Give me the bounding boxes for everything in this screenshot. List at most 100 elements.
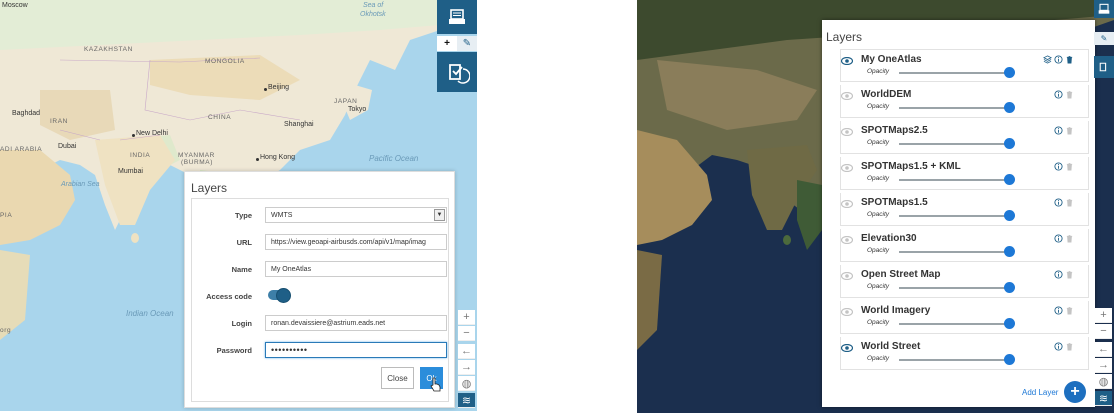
eye-icon[interactable]: [841, 164, 853, 172]
eye-icon[interactable]: [841, 128, 853, 136]
pin-button[interactable]: ✎: [1094, 32, 1114, 45]
opacity-slider-handle[interactable]: [1004, 282, 1015, 293]
info-icon[interactable]: [1054, 306, 1063, 315]
opacity-slider-handle[interactable]: [1004, 354, 1015, 365]
info-icon[interactable]: [1054, 55, 1063, 64]
opacity-slider-track[interactable]: [899, 143, 1009, 145]
back-button[interactable]: ←: [458, 344, 475, 359]
opacity-slider-handle[interactable]: [1004, 174, 1015, 185]
close-button[interactable]: Close: [381, 367, 414, 389]
trash-icon[interactable]: [1065, 55, 1074, 64]
opacity-slider-track[interactable]: [899, 215, 1009, 217]
layer-actions: [1054, 342, 1074, 351]
opacity-label: Opacity: [867, 103, 890, 110]
layer-actions: [1054, 126, 1074, 135]
layer-name: Elevation30: [861, 233, 917, 244]
info-icon[interactable]: [1054, 126, 1063, 135]
access-code-toggle[interactable]: [268, 288, 291, 303]
zoom-in-button[interactable]: +: [1095, 308, 1112, 323]
trash-icon[interactable]: [1065, 342, 1074, 351]
eye-icon[interactable]: [841, 200, 853, 208]
trash-icon[interactable]: [1065, 126, 1074, 135]
map-label-kazakhstan: KAZAKHSTAN: [84, 46, 133, 53]
pin-button[interactable]: ✎: [457, 36, 477, 51]
layer-actions: [1043, 55, 1074, 64]
opacity-slider-track[interactable]: [899, 287, 1009, 289]
trash-icon[interactable]: [1065, 234, 1074, 243]
layer-actions: [1054, 306, 1074, 315]
map-label-arabia: ADI ARABIA: [0, 146, 43, 153]
password-label: Password: [216, 345, 252, 355]
export-button[interactable]: [437, 52, 477, 92]
eye-icon[interactable]: [841, 92, 853, 100]
layer-row: Elevation30 Opacity: [840, 229, 1089, 262]
eye-icon[interactable]: [841, 344, 853, 352]
opacity-slider-handle[interactable]: [1004, 246, 1015, 257]
opacity-slider-handle[interactable]: [1004, 138, 1015, 149]
type-select[interactable]: WMTS ▼: [265, 207, 447, 223]
map-label-org: org: [0, 327, 12, 334]
eye-icon[interactable]: [841, 308, 853, 316]
url-input[interactable]: https://view.geoapi-airbusds.com/api/v1/…: [265, 234, 447, 250]
info-icon[interactable]: [1054, 90, 1063, 99]
opacity-label: Opacity: [867, 175, 890, 182]
name-input[interactable]: My OneAtlas: [265, 261, 447, 277]
opacity-slider-handle[interactable]: [1004, 67, 1015, 78]
opacity-label: Opacity: [867, 68, 890, 75]
zoom-in-button[interactable]: +: [458, 310, 475, 325]
access-code-label: Access code: [206, 291, 252, 301]
opacity-label: Opacity: [867, 139, 890, 146]
print-button[interactable]: [1094, 0, 1114, 18]
info-icon[interactable]: [1054, 234, 1063, 243]
export-button[interactable]: [1094, 56, 1114, 78]
info-icon[interactable]: [1054, 342, 1063, 351]
layers-icon[interactable]: [1043, 55, 1052, 64]
add-layer-label[interactable]: Add Layer: [1022, 388, 1058, 397]
map-label-sea: Sea of: [363, 2, 384, 9]
trash-icon[interactable]: [1065, 306, 1074, 315]
opacity-slider-handle[interactable]: [1004, 318, 1015, 329]
layers-button[interactable]: ≋: [458, 393, 475, 408]
opacity-label: Opacity: [867, 355, 890, 362]
zoom-out-button[interactable]: −: [458, 326, 475, 341]
info-icon[interactable]: [1054, 270, 1063, 279]
plus-button[interactable]: +: [437, 36, 457, 51]
layers-button[interactable]: ≋: [1095, 391, 1112, 406]
print-button[interactable]: [437, 0, 477, 34]
forward-button[interactable]: →: [458, 360, 475, 375]
password-input[interactable]: ••••••••••: [265, 342, 447, 358]
map-label-iran: IRAN: [50, 118, 68, 125]
chevron-down-icon[interactable]: ▼: [434, 209, 445, 221]
zoom-out-button[interactable]: −: [1095, 324, 1112, 339]
opacity-slider-track[interactable]: [899, 251, 1009, 253]
globe-button[interactable]: ◍: [1095, 374, 1112, 389]
eye-icon[interactable]: [841, 57, 853, 65]
layer-dialog: Layers Type WMTS ▼ URL https://view.geoa…: [184, 171, 455, 408]
add-layer-button[interactable]: +: [1064, 381, 1086, 403]
login-label: Login: [231, 318, 252, 328]
forward-button[interactable]: →: [1095, 358, 1112, 373]
eye-icon[interactable]: [841, 236, 853, 244]
trash-icon[interactable]: [1065, 162, 1074, 171]
back-button[interactable]: ←: [1095, 342, 1112, 357]
opacity-slider-track[interactable]: [899, 72, 1009, 74]
opacity-slider-track[interactable]: [899, 359, 1009, 361]
trash-icon[interactable]: [1065, 270, 1074, 279]
eye-icon[interactable]: [841, 272, 853, 280]
opacity-slider-track[interactable]: [899, 179, 1009, 181]
map-label-india: INDIA: [130, 152, 151, 159]
info-icon[interactable]: [1054, 198, 1063, 207]
map-label-myanmar: MYANMAR: [178, 152, 215, 159]
hand-cursor-icon: [430, 377, 441, 392]
opacity-slider-handle[interactable]: [1004, 210, 1015, 221]
trash-icon[interactable]: [1065, 90, 1074, 99]
info-icon[interactable]: [1054, 162, 1063, 171]
opacity-slider-track[interactable]: [899, 323, 1009, 325]
login-input[interactable]: ronan.devaissiere@astrium.eads.net: [265, 315, 447, 331]
layer-name: SPOTMaps2.5: [861, 125, 928, 136]
opacity-slider-handle[interactable]: [1004, 102, 1015, 113]
opacity-slider-track[interactable]: [899, 107, 1009, 109]
globe-button[interactable]: ◍: [458, 376, 475, 391]
trash-icon[interactable]: [1065, 198, 1074, 207]
export-icon: [1099, 62, 1107, 72]
